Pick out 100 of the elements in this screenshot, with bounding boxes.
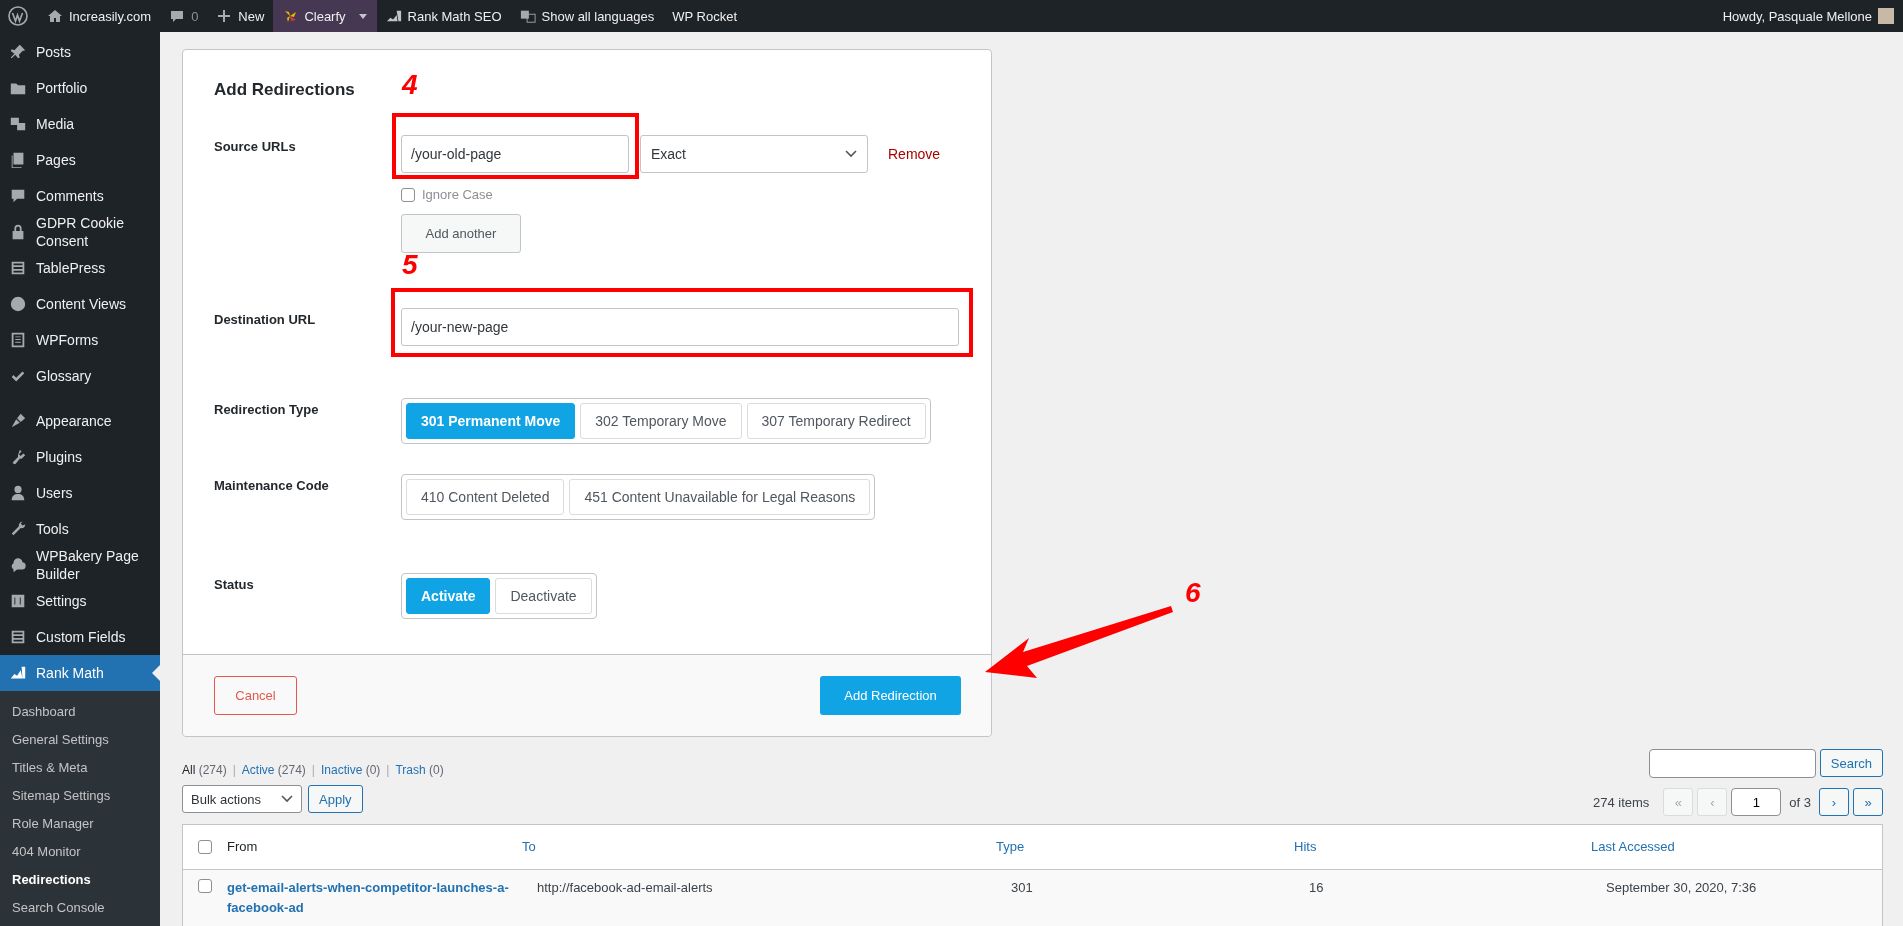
- menu-item[interactable]: WPBakery Page Builder: [0, 547, 160, 583]
- step-number: 4: [402, 70, 418, 100]
- column-header[interactable]: Type: [996, 837, 1294, 857]
- menu-item[interactable]: Appearance: [0, 403, 160, 439]
- field-label: Redirection Type: [214, 401, 320, 417]
- menu-item[interactable]: TablePress: [0, 250, 160, 286]
- option-button[interactable]: 307 Temporary Redirect: [746, 403, 926, 439]
- menu-item[interactable]: Glossary: [0, 358, 160, 394]
- separator: |: [311, 763, 315, 777]
- plugin-menu[interactable]: Clearfy: [273, 0, 377, 32]
- menu-item[interactable]: Comments: [0, 178, 160, 214]
- home-icon: [47, 8, 63, 24]
- page-total: of 3: [1789, 794, 1811, 810]
- column-header[interactable]: To: [522, 837, 996, 857]
- remove-link[interactable]: Remove: [888, 146, 941, 162]
- column-header[interactable]: Hits: [1294, 837, 1591, 857]
- menu-item[interactable]: Tools: [0, 511, 160, 547]
- table-icon: [9, 628, 27, 646]
- menu-item[interactable]: Custom Fields: [0, 619, 160, 655]
- submenu-item[interactable]: Sitemap Settings: [0, 782, 160, 810]
- site-link[interactable]: Increasily.com: [38, 0, 161, 32]
- menu-item[interactable]: Users: [0, 475, 160, 511]
- form-title: Add Redirections: [214, 79, 355, 101]
- field-label: Status: [214, 576, 255, 592]
- last-page-button[interactable]: »: [1853, 788, 1883, 816]
- submenu-item[interactable]: General Settings: [0, 726, 160, 754]
- column-header: From: [227, 838, 259, 856]
- filter-link[interactable]: Inactive (0): [320, 763, 381, 777]
- step-number: 6: [1185, 578, 1201, 608]
- comments-link[interactable]: 0: [160, 0, 208, 32]
- menu-item[interactable]: Content Views: [0, 286, 160, 322]
- toolbar-link[interactable]: Show all languages: [510, 0, 664, 32]
- step-number: 5: [402, 250, 418, 280]
- submenu-item[interactable]: Titles & Meta: [0, 754, 160, 782]
- submenu-item[interactable]: Redirections: [0, 866, 160, 894]
- table-cell-text: 16: [1309, 879, 1325, 897]
- menu-item[interactable]: GDPR Cookie Consent: [0, 214, 160, 250]
- search-button[interactable]: Search: [1819, 749, 1883, 777]
- source-link[interactable]: get-email-alerts-when-competitor-launches-a-facebook-ad: [227, 878, 537, 918]
- brush-icon: [9, 412, 27, 430]
- toolbar-link[interactable]: Rank Math SEO: [376, 0, 511, 32]
- filter-link[interactable]: All (274): [182, 763, 227, 777]
- option-button[interactable]: 410 Content Deleted: [406, 479, 565, 515]
- select-all-checkbox[interactable]: [198, 840, 212, 854]
- toolbar-link[interactable]: WP Rocket: [663, 0, 747, 32]
- user-greeting[interactable]: Howdy, Pasquale Mellone: [1713, 0, 1903, 32]
- submenu-item[interactable]: Search Console: [0, 894, 160, 922]
- menu-item[interactable]: Plugins: [0, 439, 160, 475]
- caret-icon: [357, 11, 368, 21]
- filter-link[interactable]: Active (274): [241, 763, 306, 777]
- menu-item[interactable]: Pages: [0, 142, 160, 178]
- new-link[interactable]: New: [207, 0, 274, 32]
- submenu-item[interactable]: 404 Monitor: [0, 838, 160, 866]
- submenu-item[interactable]: Role Manager: [0, 810, 160, 838]
- page-input[interactable]: 1: [1731, 788, 1782, 816]
- menu-item[interactable]: WPForms: [0, 322, 160, 358]
- source-url-input[interactable]: /your-old-page: [401, 135, 629, 173]
- separator: |: [232, 763, 236, 777]
- field-label: Destination URL: [214, 311, 317, 327]
- search-input[interactable]: [1648, 749, 1816, 778]
- table-icon: [9, 259, 27, 277]
- next-page-button[interactable]: ›: [1819, 788, 1849, 816]
- user-icon: [9, 484, 27, 502]
- add-another-button[interactable]: Add another: [401, 214, 521, 253]
- wordpress-logo-icon[interactable]: [8, 6, 28, 26]
- option-button[interactable]: 451 Content Unavailable for Legal Reasons: [569, 479, 871, 515]
- checkbox-label: Ignore Case: [422, 187, 493, 202]
- plus-icon: [216, 8, 233, 24]
- column-header[interactable]: Last Accessed: [1591, 837, 1882, 857]
- table-cell-text: 301: [1011, 879, 1034, 897]
- media-icon: [9, 115, 27, 133]
- option-button[interactable]: 302 Temporary Move: [580, 403, 742, 439]
- submenu-item[interactable]: Dashboard: [0, 698, 160, 726]
- option-button[interactable]: Deactivate: [495, 578, 592, 614]
- menu-item[interactable]: Media: [0, 106, 160, 142]
- menu-item[interactable]: Posts: [0, 34, 160, 70]
- ignore-case-checkbox[interactable]: [401, 187, 415, 202]
- menu-item[interactable]: Settings: [0, 583, 160, 619]
- field-label: Maintenance Code: [214, 477, 330, 493]
- items-count: 274 items: [1592, 794, 1650, 810]
- separator: |: [386, 763, 390, 777]
- menu-item[interactable]: Portfolio: [0, 70, 160, 106]
- filter-link[interactable]: Trash (0): [395, 763, 444, 777]
- match-type-select[interactable]: Exact: [640, 135, 868, 173]
- table-cell-text: http://facebook-ad-email-alerts: [537, 879, 714, 897]
- destination-url-input[interactable]: /your-new-page: [401, 308, 959, 346]
- chevron-down-icon: [281, 795, 293, 803]
- field-label: Source URLs: [214, 138, 297, 154]
- apply-button[interactable]: Apply: [308, 785, 363, 813]
- cloud-icon: [9, 556, 27, 574]
- pin-icon: [9, 43, 27, 61]
- cancel-button[interactable]: Cancel: [214, 676, 297, 715]
- chevron-down-icon: [845, 150, 857, 158]
- menu-item[interactable]: Rank Math: [0, 655, 160, 691]
- circle-icon: [9, 295, 27, 313]
- avatar-icon: [1878, 8, 1894, 24]
- bulk-actions-select[interactable]: Bulk actions: [182, 785, 302, 813]
- chart-icon: [385, 8, 402, 24]
- row-checkbox[interactable]: [198, 879, 212, 893]
- wrench-icon: [9, 520, 27, 538]
